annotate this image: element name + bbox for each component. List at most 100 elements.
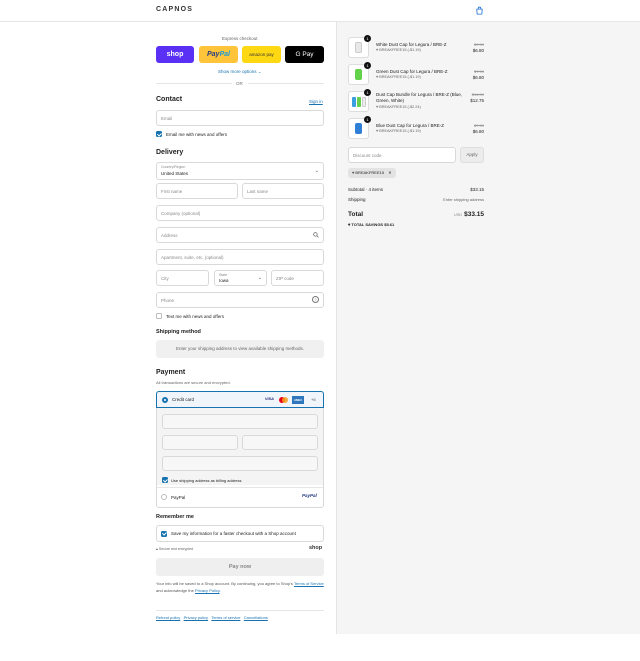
product-thumbnail: 1	[348, 89, 371, 112]
email-news-checkbox[interactable]	[156, 131, 162, 137]
tag-icon: ⌖	[376, 105, 379, 109]
shipping-method-title: Shipping method	[156, 329, 201, 335]
page-bottom	[0, 634, 640, 661]
billing-address-checkbox[interactable]	[162, 477, 168, 483]
terms-of-service-link[interactable]: Terms of service	[211, 615, 240, 620]
total-savings-label: TOTAL SAVINGS	[351, 222, 384, 227]
terms-link[interactable]: Terms of Service	[294, 581, 324, 586]
expiration-field[interactable]	[162, 435, 238, 450]
quantity-badge: 1	[364, 62, 371, 69]
quantity-badge: 1	[364, 35, 371, 42]
refund-policy-link[interactable]: Refund policy	[156, 615, 180, 620]
paypal-option-label: PayPal	[171, 494, 186, 500]
remember-me-title: Remember me	[156, 514, 194, 520]
paypal-logo-icon: PayPal	[302, 493, 317, 498]
shopping-bag-icon[interactable]	[475, 6, 484, 15]
tag-icon: ⌖	[376, 48, 379, 52]
name-on-card-field[interactable]	[162, 456, 318, 471]
item-discount: ⌖ BREAKFREE15 (-$1.19)	[376, 48, 421, 52]
address-field[interactable]: Address	[156, 227, 324, 243]
tag-icon: ⌖	[376, 129, 379, 133]
visa-icon: VISA	[265, 397, 274, 401]
product-image	[357, 97, 361, 107]
help-icon[interactable]: ?	[312, 296, 319, 303]
paypal-pay-text: Pay	[207, 51, 220, 58]
top-header: CAPNOS	[0, 0, 640, 22]
amazon-pay-button[interactable]: amazon pay	[242, 46, 281, 63]
zip-field[interactable]: ZIP code	[271, 270, 324, 286]
security-code-field[interactable]	[242, 435, 318, 450]
close-icon[interactable]: ✕	[388, 170, 391, 175]
country-label: Country/Region	[161, 165, 186, 169]
amex-icon: AMEX	[292, 395, 304, 404]
order-summary	[336, 22, 640, 634]
paypal-button[interactable]: PayPal	[199, 46, 238, 63]
quantity-badge: 1	[364, 89, 371, 96]
google-pay-button[interactable]: G Pay	[285, 46, 324, 63]
item-title: Blue Dust Cap for Legura / BRE-Z	[376, 123, 445, 128]
total-savings-value: $5.61	[384, 222, 395, 227]
email-field[interactable]: Email	[156, 110, 324, 126]
apply-button[interactable]: Apply	[460, 147, 484, 163]
save-info-checkbox[interactable]	[161, 530, 167, 537]
discount-tag: ⌖ BREAKFREE15 ✕	[348, 168, 396, 178]
secure-text: Secure and encrypted	[158, 547, 194, 551]
show-more-options-link[interactable]: Show more options ⌄	[218, 69, 262, 75]
subtotal-label: Subtotal · 4 items	[348, 187, 384, 192]
contact-title: Contact	[156, 96, 183, 103]
item-price: $6.80	[472, 48, 484, 53]
product-image	[355, 69, 362, 80]
text-news-checkbox[interactable]	[156, 313, 162, 319]
company-placeholder: Company (optional)	[161, 211, 201, 216]
divider-right	[248, 83, 324, 84]
state-value: Iowa	[219, 278, 229, 283]
first-name-field[interactable]: First name	[156, 183, 238, 199]
product-image	[355, 123, 362, 134]
privacy-policy-link[interactable]: Privacy policy	[184, 615, 208, 620]
radio-selected-icon	[162, 396, 168, 403]
shop-logo: shop	[309, 545, 323, 551]
delivery-title: Delivery	[156, 149, 184, 156]
discount-placeholder: Discount code	[353, 153, 382, 158]
payment-subtitle: All transactions are secure and encrypte…	[156, 380, 231, 385]
sign-in-link[interactable]: Sign in	[309, 99, 323, 104]
apartment-field[interactable]: Apartment, suite, etc. (optional)	[156, 249, 324, 265]
item-discount: ⌖ BREAKFREE15 (-$1.19)	[376, 129, 421, 133]
discount-tag-code: BREAKFREE15	[355, 170, 385, 175]
legal-and: and acknowledge the	[156, 587, 194, 593]
total-value: $33.15	[464, 211, 484, 218]
product-image	[355, 42, 362, 53]
more-cards-badge: +5	[311, 397, 316, 402]
email-placeholder: Email	[161, 116, 173, 121]
privacy-link[interactable]: Privacy Policy	[195, 588, 220, 593]
tag-icon: ⌖	[352, 170, 355, 175]
card-number-field[interactable]	[162, 414, 318, 429]
secure-note: 🔒︎ Secure and encrypted	[156, 547, 193, 551]
paypal-option[interactable]: PayPal PayPal	[156, 488, 324, 508]
shipping-message: Enter your shipping address to view avai…	[156, 340, 324, 358]
search-icon	[313, 232, 319, 238]
city-field[interactable]: City	[156, 270, 209, 286]
cancellations-link[interactable]: Cancellations	[244, 615, 268, 620]
discount-code-field[interactable]: Discount code	[348, 147, 456, 163]
item-discount: ⌖ BREAKFREE15 (-$2.24)	[376, 105, 421, 109]
shop-pay-button[interactable]: shop	[156, 46, 194, 63]
address-placeholder: Address	[161, 233, 178, 238]
brand-logo[interactable]: CAPNOS	[156, 6, 193, 13]
item-price: $12.75	[470, 98, 484, 103]
phone-field[interactable]: Phone ?	[156, 292, 324, 308]
chevron-down-icon: ⌄	[257, 69, 262, 74]
apartment-placeholder: Apartment, suite, etc. (optional)	[161, 255, 224, 260]
item-discount: ⌖ BREAKFREE15 (-$1.19)	[376, 75, 421, 79]
company-field[interactable]: Company (optional)	[156, 205, 324, 221]
item-original-price: $7.99	[473, 123, 484, 128]
pay-now-button[interactable]: Pay now	[156, 558, 324, 576]
last-name-field[interactable]: Last name	[242, 183, 324, 199]
credit-card-option[interactable]: Credit card VISA AMEX +5	[156, 391, 324, 408]
currency-code: USD	[454, 213, 463, 217]
total-savings: ⌖ TOTAL SAVINGS $5.61	[348, 222, 394, 227]
paypal-pal-text: Pal	[219, 51, 230, 58]
state-select[interactable]: State Iowa ⌄	[214, 270, 267, 286]
country-select[interactable]: Country/Region United States ⌄	[156, 162, 324, 180]
product-thumbnail: 1	[348, 116, 371, 139]
